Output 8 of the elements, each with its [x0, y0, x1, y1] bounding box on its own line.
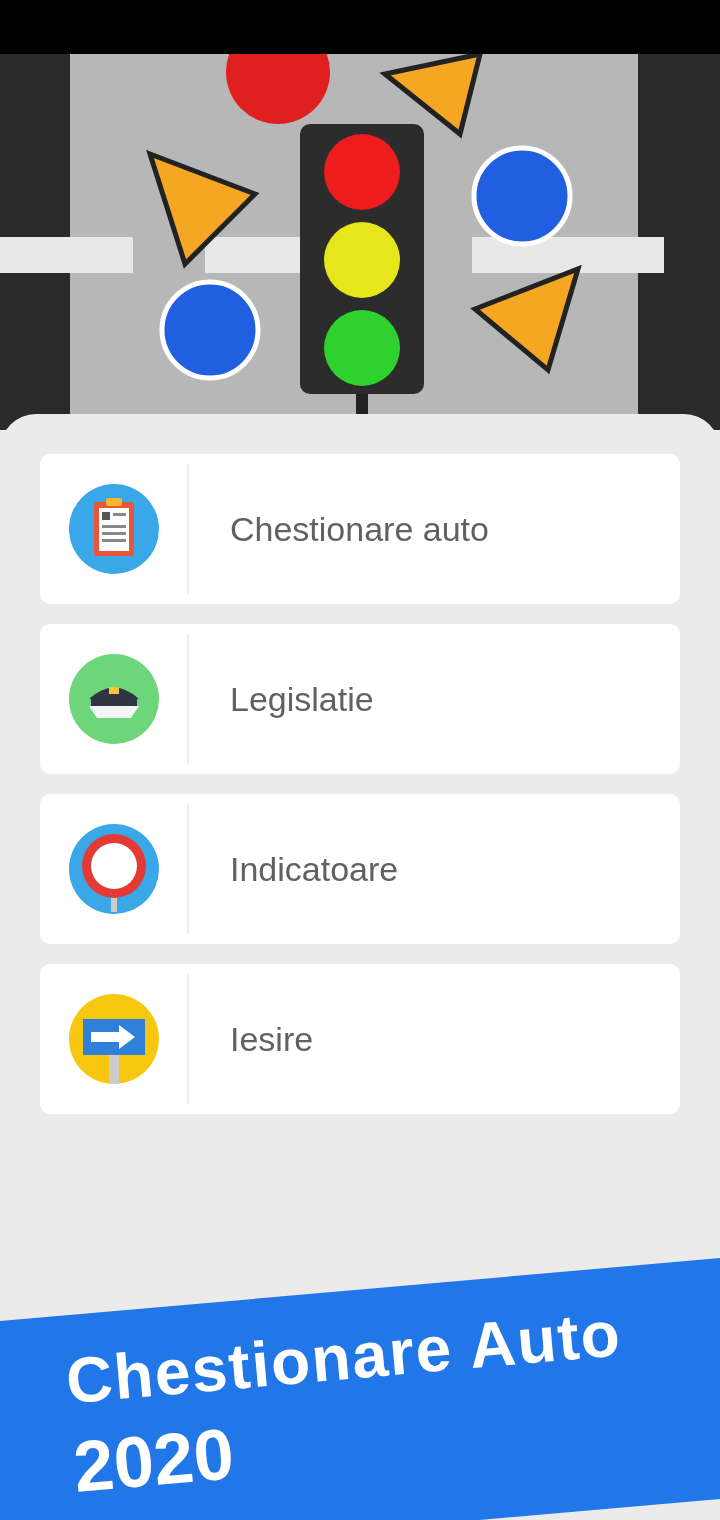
- clipboard-icon: [68, 484, 159, 574]
- menu-item[interactable]: Chestionare auto: [40, 454, 680, 604]
- menu-item[interactable]: Legislatie: [40, 624, 680, 774]
- police-cap-icon: [68, 654, 159, 744]
- menu-item[interactable]: Indicatoare: [40, 794, 680, 944]
- speed-limit-sign-icon: [68, 824, 159, 914]
- menu-item[interactable]: Iesire: [40, 964, 680, 1114]
- exit-sign-icon: [68, 994, 159, 1084]
